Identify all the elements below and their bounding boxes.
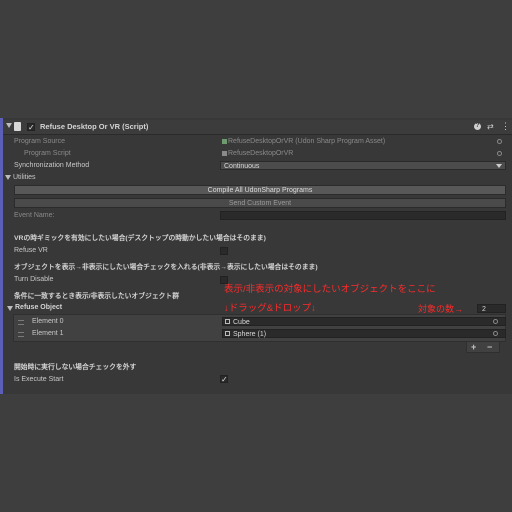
component-header[interactable]: ✓ Refuse Desktop Or VR (Script) ? ⇄ ⋮ — [3, 120, 512, 135]
drag-handle-icon[interactable] — [18, 332, 24, 337]
element-object-field[interactable]: Sphere (1) — [222, 329, 506, 338]
annotation-count: 対象の数→ — [418, 304, 464, 314]
refuse-object-label[interactable]: Refuse Object — [15, 303, 62, 313]
program-source-label: Program Source — [14, 138, 65, 145]
help-icon[interactable]: ? — [474, 123, 481, 130]
utilities-label[interactable]: Utilities — [13, 173, 36, 183]
gameobject-icon — [225, 331, 230, 336]
asset-icon — [222, 139, 227, 144]
script-file-icon — [222, 151, 227, 156]
compile-all-button[interactable]: Compile All UdonSharp Programs — [14, 185, 506, 195]
annotation-drag-target: 表示/非表示の対象にしたいオブジェクトをここに — [224, 284, 436, 295]
object-picker-icon[interactable] — [497, 151, 502, 156]
chevron-down-icon — [496, 164, 502, 168]
foldout-arrow-icon[interactable] — [7, 306, 13, 311]
preset-icon[interactable]: ⇄ — [487, 122, 494, 131]
refuse-vr-label: Refuse VR — [14, 247, 48, 254]
sync-method-value: Continuous — [224, 163, 260, 170]
foldout-arrow-icon[interactable] — [5, 175, 11, 180]
foldout-arrow-icon[interactable] — [6, 123, 12, 128]
inspector-panel — [0, 118, 512, 394]
turn-disable-heading: オブジェクトを表示→非表示にしたい場合チェックを入れる(非表示→表示にしたい場合… — [14, 264, 318, 271]
element-object-value: Cube — [233, 319, 250, 326]
object-picker-icon[interactable] — [497, 139, 502, 144]
element-object-field[interactable]: Cube — [222, 317, 506, 326]
sync-method-label: Synchronization Method — [14, 162, 90, 169]
menu-icon[interactable]: ⋮ — [501, 121, 510, 131]
list-item[interactable]: Element 1 Sphere (1) — [13, 328, 506, 340]
send-custom-event-button[interactable]: Send Custom Event — [14, 198, 506, 208]
event-name-input[interactable] — [220, 211, 506, 220]
program-source-field[interactable]: RefuseDesktopOrVR (Udon Sharp Program As… — [220, 137, 506, 146]
script-icon — [14, 122, 21, 131]
gameobject-icon — [225, 319, 230, 324]
element-label: Element 1 — [32, 330, 64, 337]
array-size-field[interactable]: 2 — [477, 304, 506, 313]
component-enabled-checkbox[interactable]: ✓ — [27, 123, 35, 132]
program-script-label: Program Script — [24, 150, 71, 157]
remove-element-button[interactable]: − — [487, 342, 492, 352]
refuse-vr-checkbox[interactable] — [220, 247, 228, 255]
sync-method-dropdown[interactable]: Continuous — [220, 161, 506, 170]
turn-disable-label: Turn Disable — [14, 276, 54, 283]
execute-start-checkbox[interactable]: ✓ — [220, 375, 228, 384]
program-script-field[interactable]: RefuseDesktopOrVR — [220, 149, 506, 158]
annotation-drag-drop: ↓ドラッグ&ドロップ↓ — [224, 303, 316, 314]
element-object-value: Sphere (1) — [233, 331, 267, 338]
component-accent-bar — [0, 118, 3, 394]
execute-start-heading: 開始時に実行しない場合チェックを外す — [14, 364, 137, 371]
drag-handle-icon[interactable] — [18, 320, 24, 325]
execute-start-label: Is Execute Start — [14, 376, 64, 383]
program-script-value: RefuseDesktopOrVR — [228, 150, 294, 157]
element-label: Element 0 — [32, 318, 64, 325]
refuse-object-heading: 条件に一致するとき表示/非表示したいオブジェクト群 — [14, 293, 180, 300]
object-picker-icon[interactable] — [493, 331, 498, 336]
list-item[interactable]: Element 0 Cube — [13, 316, 506, 328]
program-source-value: RefuseDesktopOrVR (Udon Sharp Program As… — [228, 138, 386, 145]
component-title: Refuse Desktop Or VR (Script) — [40, 122, 149, 131]
refuse-vr-heading: VRの時ギミックを有効にしたい場合(デスクトップの時動かしたい場合はそのまま) — [14, 235, 266, 242]
array-size-value: 2 — [482, 306, 486, 313]
object-picker-icon[interactable] — [493, 319, 498, 324]
turn-disable-checkbox[interactable] — [220, 276, 228, 284]
add-element-button[interactable]: + — [471, 342, 476, 352]
event-name-label: Event Name: — [14, 212, 55, 219]
